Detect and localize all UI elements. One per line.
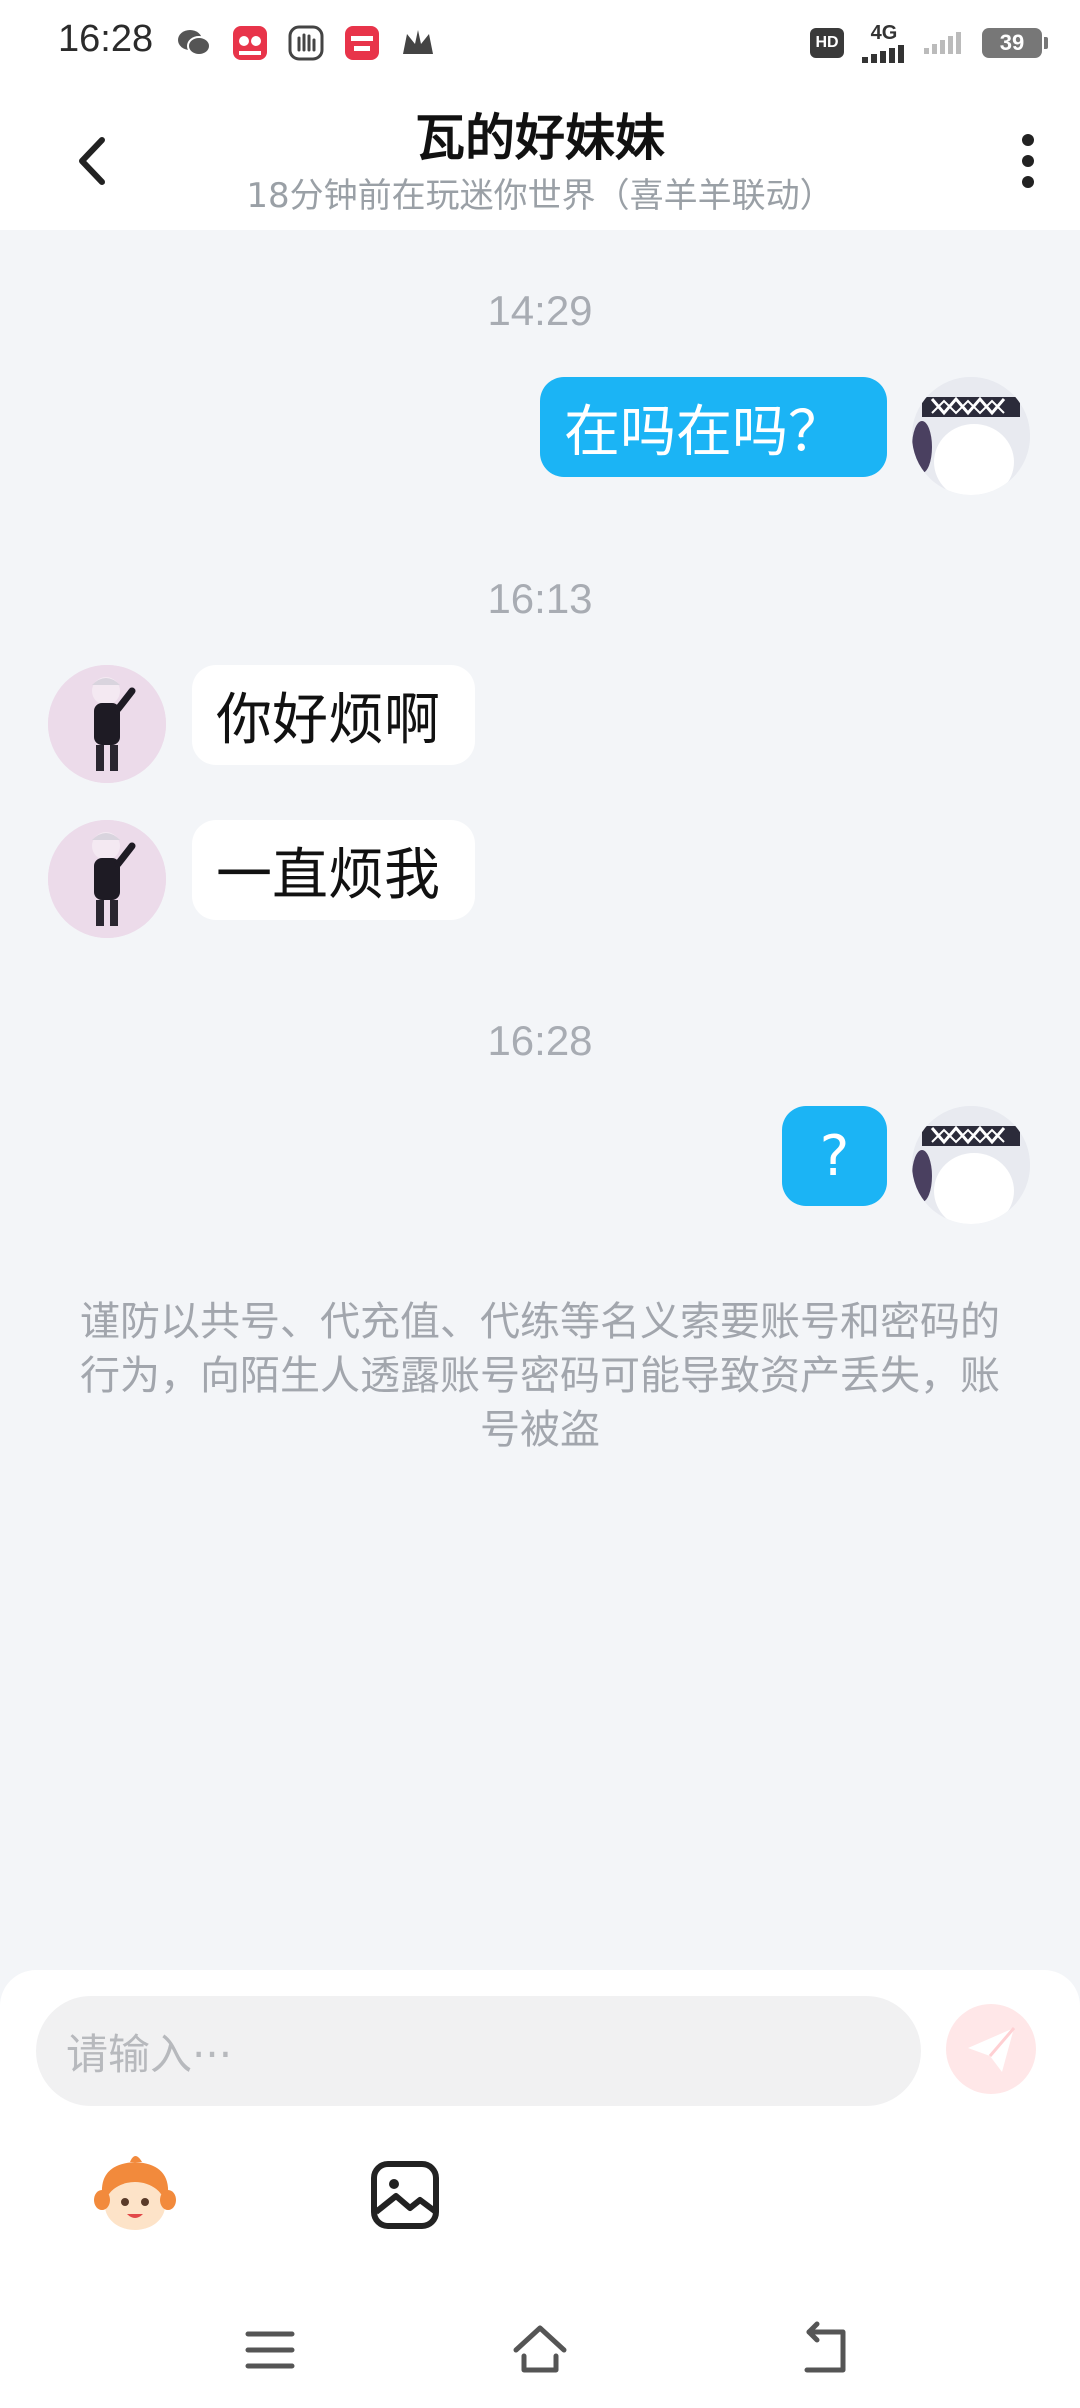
battery-icon: 39 (982, 27, 1048, 58)
message-timestamp: 14:29 (487, 287, 593, 334)
emoji-sticker-icon[interactable] (90, 2150, 180, 2240)
my-avatar[interactable] (912, 377, 1030, 495)
more-options-icon[interactable] (1008, 126, 1048, 196)
my-avatar-image (912, 377, 1030, 495)
chat-subtitle: 18分钟前在玩迷你世界（喜羊羊联动） (246, 176, 834, 216)
menu-icon[interactable] (240, 2320, 300, 2380)
contact-avatar-image (48, 820, 166, 938)
message-timestamp: 16:13 (487, 575, 593, 622)
image-picker-icon[interactable] (360, 2150, 450, 2240)
app-red-icon (233, 26, 267, 60)
status-bar: 16:28 HD 4G 39 (0, 0, 1080, 86)
security-warning: 谨防以共号、代充值、代练等名义索要账号和密码的行为，向陌生人透露账号密码可能导致… (80, 1299, 1000, 1453)
message-timestamp: 16:28 (487, 1017, 593, 1064)
network-label: 4G (870, 22, 898, 44)
wechat-icon (178, 30, 211, 56)
my-avatar[interactable] (912, 1106, 1030, 1224)
my-message-bubble[interactable]: 在吗在吗？ (540, 377, 887, 477)
notification-icons (175, 24, 437, 62)
my-avatar-image (912, 1106, 1030, 1224)
network-indicator: 4G (862, 22, 906, 63)
contact-message-bubble[interactable]: 一直烦我 (192, 820, 475, 920)
contact-message-bubble[interactable]: 你好烦啊 (192, 665, 475, 765)
chat-header: 瓦的好妹妹 18分钟前在玩迷你世界（喜羊羊联动） (0, 86, 1080, 230)
signal-icon (862, 45, 904, 63)
send-button[interactable] (946, 2004, 1036, 2094)
contact-avatar[interactable] (48, 665, 166, 783)
home-icon[interactable] (510, 2320, 570, 2380)
hand-icon (288, 25, 324, 61)
message-input[interactable]: 请输入··· (36, 1996, 921, 2106)
my-message-bubble[interactable]: ? (782, 1106, 887, 1206)
chat-title: 瓦的好妹妹 (415, 109, 665, 167)
back-nav-icon[interactable] (795, 2320, 855, 2380)
crown-icon (403, 30, 433, 54)
send-icon (968, 2027, 1016, 2072)
contact-avatar-image (48, 665, 166, 783)
contact-avatar[interactable] (48, 820, 166, 938)
system-nav-bar (0, 2300, 1080, 2408)
status-right: HD 4G 39 (810, 22, 1048, 63)
app-red2-icon (345, 26, 379, 60)
hd-badge: HD (810, 27, 844, 58)
chat-screen: 16:28 HD 4G 39 瓦的好妹妹 18分钟前在玩迷你世界（喜羊羊联动） … (0, 0, 1080, 2408)
status-time: 16:28 (58, 18, 154, 60)
signal2-icon (924, 31, 961, 54)
